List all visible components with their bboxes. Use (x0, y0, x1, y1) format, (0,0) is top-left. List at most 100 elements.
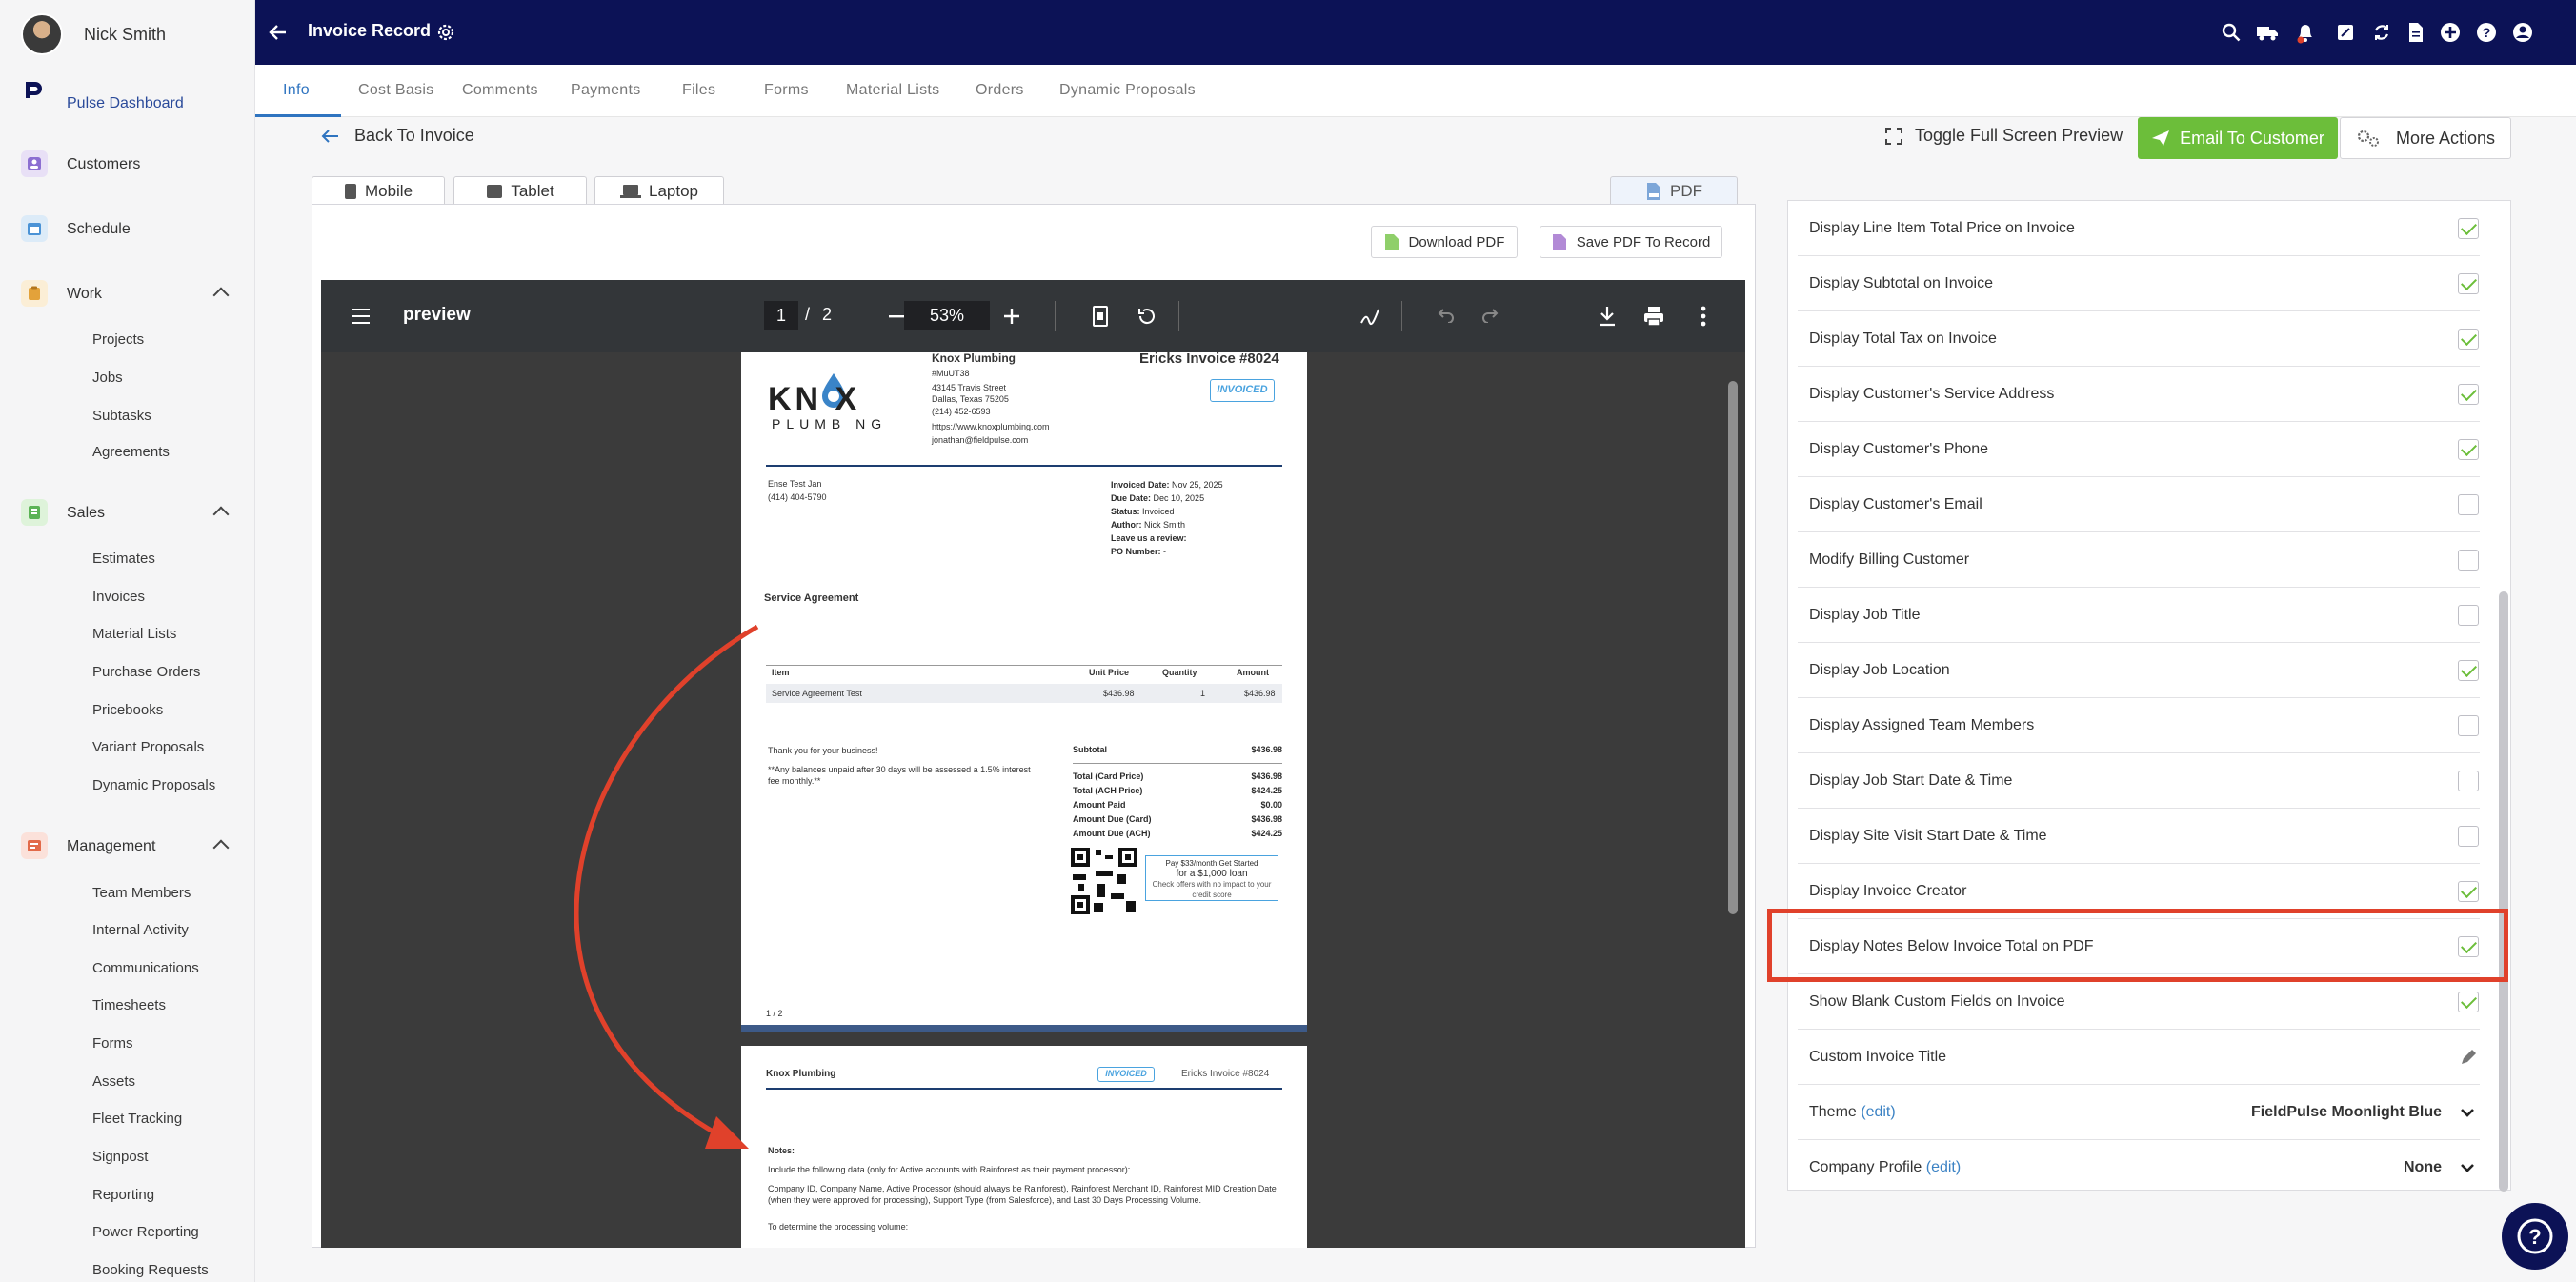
zoom-level[interactable]: 53% (904, 301, 990, 330)
sidebar-subitem[interactable]: Assets (92, 1073, 135, 1090)
setting-checkbox[interactable] (2458, 272, 2479, 294)
document-icon[interactable] (2405, 21, 2427, 44)
setting-checkbox[interactable] (2458, 493, 2479, 515)
setting-row: Display Job Title (1798, 588, 2480, 643)
sidebar-subitem[interactable]: Estimates (92, 551, 155, 567)
undo-icon[interactable] (1438, 308, 1455, 323)
tab-material-lists[interactable]: Material Lists (846, 82, 939, 99)
sidebar-subitem[interactable]: Internal Activity (92, 922, 189, 938)
setting-checkbox[interactable] (2458, 438, 2479, 460)
setting-checkbox[interactable] (2458, 714, 2479, 736)
sidebar-subitem[interactable]: Timesheets (92, 997, 166, 1013)
chevron-up-icon[interactable] (212, 506, 230, 523)
chevron-up-icon[interactable] (212, 287, 230, 304)
setting-checkbox[interactable] (2458, 604, 2479, 626)
back-arrow-icon[interactable] (267, 21, 290, 44)
setting-checkbox[interactable] (2458, 328, 2479, 350)
note-edit-icon[interactable] (2334, 21, 2357, 44)
tab-dynamic-proposals[interactable]: Dynamic Proposals (1059, 82, 1196, 99)
user-circle-icon[interactable] (2511, 21, 2534, 44)
sidebar-subitem[interactable]: Fleet Tracking (92, 1111, 182, 1127)
sidebar-subitem[interactable]: Agreements (92, 444, 170, 460)
sync-icon[interactable] (2370, 21, 2393, 44)
tab-comments[interactable]: Comments (462, 82, 538, 99)
tab-files[interactable]: Files (682, 82, 715, 99)
device-tab-mobile[interactable]: Mobile (312, 176, 445, 205)
tab-payments[interactable]: Payments (571, 82, 641, 99)
setting-checkbox[interactable] (2458, 770, 2479, 791)
setting-checkbox[interactable] (2458, 991, 2479, 1012)
sidebar-subitem[interactable]: Jobs (92, 370, 123, 386)
download-pdf-button[interactable]: Download PDF (1371, 226, 1518, 258)
back-to-invoice-link[interactable]: Back To Invoice (321, 126, 474, 146)
chevron-up-icon[interactable] (212, 839, 230, 856)
sidebar-item-schedule[interactable]: Schedule (0, 215, 255, 242)
bell-icon[interactable] (2294, 21, 2317, 44)
sidebar-subitem[interactable]: Reporting (92, 1187, 154, 1203)
help-chat-button[interactable]: ? (2502, 1203, 2568, 1270)
theme-select[interactable]: FieldPulse Moonlight Blue (2251, 1104, 2442, 1121)
tab-forms[interactable]: Forms (764, 82, 809, 99)
setting-checkbox[interactable] (2458, 217, 2479, 239)
save-pdf-to-record-button[interactable]: Save PDF To Record (1540, 226, 1722, 258)
settings-scrollbar[interactable] (2499, 591, 2508, 1192)
download-icon[interactable] (1598, 306, 1617, 327)
chevron-down-icon[interactable] (2461, 1108, 2474, 1117)
setting-checkbox[interactable] (2458, 880, 2479, 902)
setting-checkbox[interactable] (2458, 659, 2479, 681)
sidebar-subitem[interactable]: Power Reporting (92, 1224, 199, 1240)
loan-offer-box[interactable]: Pay $33/month Get Started for a $1,000 l… (1145, 855, 1278, 901)
sidebar-subitem[interactable]: Purchase Orders (92, 664, 200, 680)
sidebar-subitem[interactable]: Forms (92, 1035, 133, 1052)
fit-page-icon[interactable] (1093, 306, 1108, 327)
sidebar-subitem[interactable]: Variant Proposals (92, 739, 204, 755)
more-actions-button[interactable]: More Actions (2340, 117, 2511, 159)
more-vert-icon[interactable] (1701, 306, 1706, 327)
avatar[interactable] (21, 13, 63, 55)
rotate-icon[interactable] (1137, 306, 1157, 327)
tab-info[interactable]: Info (283, 82, 310, 99)
setting-checkbox[interactable] (2458, 549, 2479, 571)
tab-cost-basis[interactable]: Cost Basis (358, 82, 433, 99)
add-icon[interactable] (2439, 21, 2462, 44)
device-tab-pdf[interactable]: PDF (1610, 176, 1738, 205)
sidebar-subitem[interactable]: Projects (92, 331, 144, 348)
zoom-in-icon[interactable] (1003, 308, 1020, 325)
page-number-input[interactable]: 1 (764, 301, 798, 330)
user-profile[interactable]: Nick Smith (21, 13, 166, 55)
theme-edit-link[interactable]: (edit) (1861, 1104, 1895, 1120)
sidebar-subitem[interactable]: Material Lists (92, 626, 176, 642)
help-icon[interactable]: ? (2475, 21, 2498, 44)
print-icon[interactable] (1643, 306, 1664, 327)
setting-checkbox[interactable] (2458, 825, 2479, 847)
sidebar-subitem[interactable]: Subtasks (92, 408, 151, 424)
toggle-full-screen-preview[interactable]: Toggle Full Screen Preview (1884, 126, 2123, 146)
pencil-icon[interactable] (2459, 1048, 2478, 1067)
company-profile-edit-link[interactable]: (edit) (1926, 1159, 1961, 1175)
email-to-customer-button[interactable]: Email To Customer (2138, 117, 2338, 159)
device-tab-laptop[interactable]: Laptop (594, 176, 724, 205)
sidebar-subitem[interactable]: Booking Requests (92, 1262, 209, 1278)
sidebar-item-management[interactable]: Management (0, 832, 255, 859)
sidebar-item-sales[interactable]: Sales (0, 499, 255, 526)
tab-orders[interactable]: Orders (976, 82, 1024, 99)
sidebar-subitem[interactable]: Invoices (92, 589, 145, 605)
sidebar-subitem[interactable]: Signpost (92, 1149, 148, 1165)
company-profile-select[interactable]: None (2404, 1159, 2442, 1176)
setting-checkbox[interactable] (2458, 383, 2479, 405)
gear-icon[interactable] (434, 21, 457, 44)
device-tab-tablet[interactable]: Tablet (453, 176, 587, 205)
chevron-down-icon[interactable] (2461, 1163, 2474, 1172)
redo-icon[interactable] (1481, 308, 1499, 323)
search-icon[interactable] (2220, 21, 2243, 44)
annotate-icon[interactable] (1359, 306, 1380, 327)
sidebar-subitem[interactable]: Communications (92, 960, 199, 976)
sidebar-subitem[interactable]: Dynamic Proposals (92, 777, 215, 793)
pdf-scrollbar[interactable] (1728, 381, 1738, 914)
sidebar-subitem[interactable]: Team Members (92, 885, 191, 901)
menu-icon[interactable] (352, 308, 371, 325)
sidebar-subitem[interactable]: Pricebooks (92, 702, 163, 718)
sidebar-item-work[interactable]: Work (0, 280, 255, 307)
sidebar-item-customers[interactable]: Customers (0, 150, 255, 177)
truck-icon[interactable] (2256, 21, 2279, 44)
